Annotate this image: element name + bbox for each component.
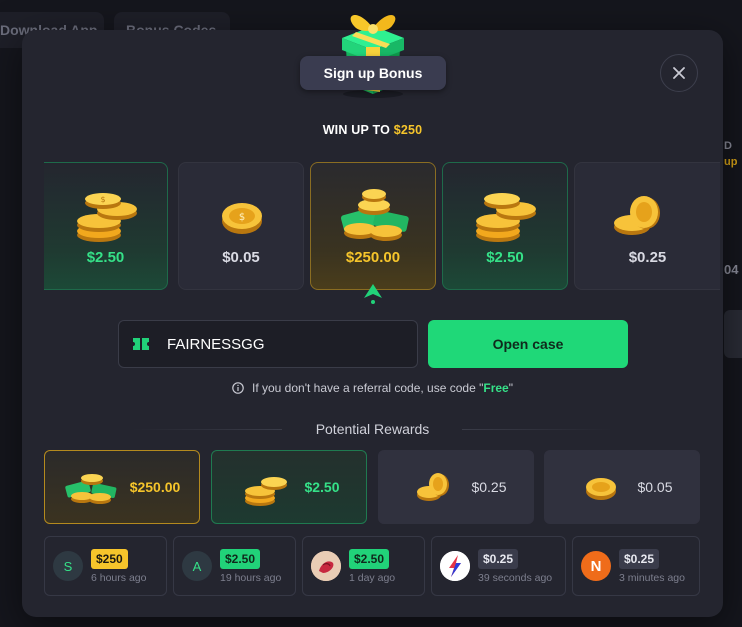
win-up-heading: WIN UP TO $250 (22, 123, 723, 137)
open-case-button[interactable]: Open case (428, 320, 628, 368)
drop-time: 19 hours ago (220, 571, 282, 584)
hint-suffix: " (508, 381, 513, 395)
drop-amount-badge: $0.25 (478, 548, 519, 569)
coin-icon: $ (222, 203, 262, 234)
avatar: A (182, 551, 212, 581)
win-up-prefix: WIN UP TO (322, 123, 394, 137)
reward-item[interactable]: $0.05 (544, 450, 700, 524)
drop-time: 39 seconds ago (478, 571, 553, 584)
drop-time: 6 hours ago (91, 571, 147, 584)
drop-amount-badge: $0.25 (619, 548, 660, 569)
live-drop-item[interactable]: A $2.50 19 hours ago (173, 536, 296, 596)
svg-text:$: $ (239, 212, 245, 223)
potential-rewards-title: Potential Rewards (315, 421, 430, 437)
info-icon (232, 382, 244, 394)
coin-pair-icon (417, 473, 450, 501)
bg-right-number: 04 (724, 262, 739, 277)
rose-avatar-icon (311, 551, 341, 581)
coin-pair-icon (614, 196, 660, 235)
coin-stack-icon (245, 477, 288, 506)
drop-time: 3 minutes ago (619, 571, 685, 584)
reward-price: $2.50 (304, 479, 340, 495)
drop-amount-badge: $2.50 (349, 548, 390, 569)
coin-icon (586, 478, 617, 500)
reward-price: $0.05 (637, 479, 673, 495)
reward-item[interactable]: $0.25 (378, 450, 534, 524)
reel-item-price: $0.25 (628, 249, 667, 266)
drop-amount-badge: $2.50 (220, 548, 261, 569)
reel-item: $ $0.05 (178, 162, 304, 290)
logo-avatar-icon (440, 551, 470, 581)
drop-amount-badge: $250 (91, 548, 128, 569)
reward-item[interactable]: $2.50 (211, 450, 367, 524)
reel-item: $ $2.50 (44, 162, 168, 290)
close-icon (673, 67, 685, 79)
reel-pointer-icon (364, 284, 382, 304)
live-drop-item[interactable]: $0.25 39 seconds ago (431, 536, 566, 596)
live-drop-item[interactable]: N $0.25 3 minutes ago (572, 536, 700, 596)
hint-prefix: If you don't have a referral code, use c… (252, 381, 484, 395)
ticket-icon (133, 338, 149, 350)
close-button[interactable] (660, 54, 698, 92)
reel-item-selected: $250.00 (310, 162, 436, 290)
cash-stack-icon (340, 189, 409, 241)
live-drop-item[interactable]: S $250 6 hours ago (44, 536, 167, 596)
reel-item-price: $250.00 (345, 249, 401, 266)
reel-item: $0.25 (574, 162, 720, 290)
cash-stack-icon (64, 474, 117, 504)
reward-price: $0.25 (471, 479, 507, 495)
reward-item[interactable]: $250.00 (44, 450, 200, 524)
hint-text: If you don't have a referral code, use c… (252, 381, 513, 395)
modal-title: Sign up Bonus (300, 56, 446, 90)
live-drop-item[interactable]: $2.50 1 day ago (302, 536, 425, 596)
avatar: S (53, 551, 83, 581)
case-reel: $ $2.50 $ $0.05 $250.00 $2.50 $0.25 (44, 162, 720, 290)
reel-item: $2.50 (442, 162, 568, 290)
coin-stack-icon (476, 193, 536, 242)
reel-item-price: $2.50 (86, 249, 125, 266)
svg-text:$: $ (100, 195, 105, 204)
referral-code-input[interactable] (167, 335, 407, 353)
bg-right-panel (724, 310, 742, 358)
avatar: N (581, 551, 611, 581)
bg-right-text-accent: up (724, 156, 738, 168)
reel-item-price: $2.50 (486, 249, 524, 266)
divider (462, 429, 612, 430)
reel-item-price: $0.05 (222, 249, 260, 266)
signup-bonus-modal: Sign up Bonus WIN UP TO $250 $ $2.50 $ $… (22, 14, 723, 617)
referral-hint: If you don't have a referral code, use c… (22, 381, 723, 395)
bg-right-text: D (724, 140, 732, 152)
hint-free-code: Free (483, 381, 509, 395)
drop-time: 1 day ago (349, 571, 396, 584)
reward-price: $250.00 (129, 479, 181, 495)
referral-code-field[interactable] (118, 320, 418, 368)
win-up-amount: $250 (393, 123, 423, 137)
coin-stack-icon: $ (77, 193, 137, 242)
